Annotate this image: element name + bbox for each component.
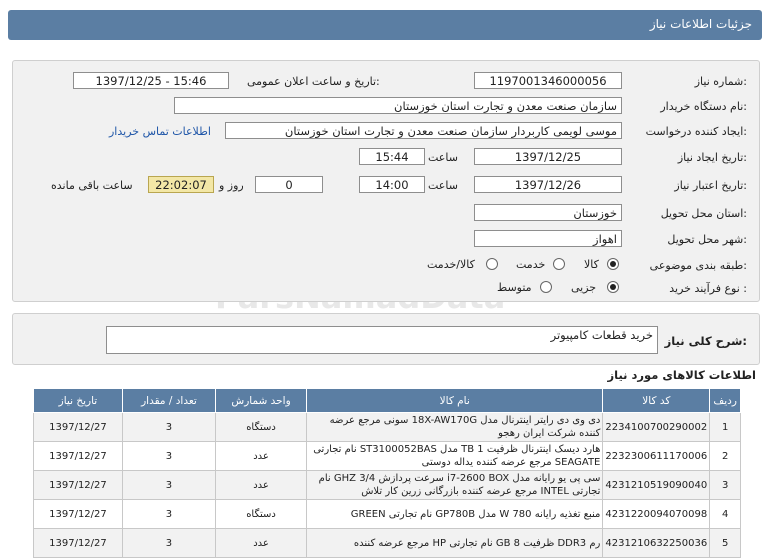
cell-index: 2 bbox=[709, 441, 741, 471]
cell-unit: عدد bbox=[215, 528, 308, 558]
buyer-field[interactable]: سازمان صنعت معدن و تجارت استان خوزستان bbox=[174, 97, 622, 114]
cell-date: 1397/12/27 bbox=[33, 499, 123, 529]
summary-label: شرح کلی نیاز: bbox=[664, 334, 747, 348]
created-label: تاریخ ایجاد نیاز: bbox=[677, 151, 747, 164]
category-goods-radio[interactable] bbox=[607, 258, 619, 270]
cell-unit: دستگاه bbox=[215, 499, 308, 529]
process-medium-label: متوسط bbox=[497, 281, 532, 294]
process-label: نوع فرآیند خرید : bbox=[669, 282, 747, 295]
days-field[interactable]: 0 bbox=[255, 176, 323, 193]
cell-date: 1397/12/27 bbox=[33, 412, 123, 442]
buyer-label: نام دستگاه خریدار: bbox=[660, 100, 747, 113]
summary-field[interactable]: خرید قطعات کامپیوتر bbox=[106, 326, 658, 354]
cell-code: 4231210519090040 bbox=[602, 470, 711, 500]
category-goods-label: کالا bbox=[584, 258, 599, 271]
need-details-panel: شماره نیاز: 1197001346000056 تاریخ و ساع… bbox=[12, 60, 760, 302]
summary-panel: شرح کلی نیاز: خرید قطعات کامپیوتر bbox=[12, 313, 760, 365]
need-number-field[interactable]: 1197001346000056 bbox=[474, 72, 622, 89]
header-name: نام کالا bbox=[306, 388, 604, 413]
created-date-field[interactable]: 1397/12/25 bbox=[474, 148, 622, 165]
table-row[interactable]: 1397/12/27 3 عدد رم DDR3 ظرفیت 8 GB نام … bbox=[33, 528, 741, 558]
cell-qty: 3 bbox=[121, 470, 217, 500]
window-title-bar: جزئیات اطلاعات نیاز bbox=[8, 10, 762, 40]
category-both-radio[interactable] bbox=[486, 258, 498, 270]
announce-label: تاریخ و ساعت اعلان عمومی: bbox=[247, 75, 380, 88]
cell-qty: 3 bbox=[121, 412, 217, 442]
header-unit: واحد شمارش bbox=[215, 388, 308, 413]
goods-table-header: تاریخ نیاز تعداد / مقدار واحد شمارش نام … bbox=[33, 388, 741, 413]
cell-name: دی وی دی رایتر اینترنال مدل 18X-AW170G س… bbox=[306, 412, 604, 442]
cell-code: 2234100700290002 bbox=[602, 412, 711, 442]
table-row[interactable]: 1397/12/27 3 عدد سی پی یو رایانه مدل i7-… bbox=[33, 470, 741, 500]
cell-code: 4231220094070098 bbox=[602, 499, 711, 529]
window-title: جزئیات اطلاعات نیاز bbox=[649, 17, 752, 31]
requester-field[interactable]: موسی لویمی کاربردار سازمان صنعت معدن و ت… bbox=[225, 122, 622, 139]
cell-name: هارد دیسک اینترنال ظرفیت 1 TB مدل ST3100… bbox=[306, 441, 604, 471]
requester-label: ایجاد کننده درخواست: bbox=[645, 125, 747, 138]
process-minor-label: جزیی bbox=[571, 281, 597, 294]
valid-time-word: ساعت bbox=[428, 179, 458, 192]
announce-field[interactable]: 1397/12/25 - 15:46 bbox=[73, 72, 229, 89]
need-number-label: شماره نیاز: bbox=[694, 75, 747, 88]
category-service-radio[interactable] bbox=[553, 258, 565, 270]
cell-unit: عدد bbox=[215, 441, 308, 471]
table-row[interactable]: 1397/12/27 3 دستگاه دی وی دی رایتر اینتر… bbox=[33, 412, 741, 442]
cell-qty: 3 bbox=[121, 499, 217, 529]
cell-name: منبع تغذیه رایانه 780 W مدل GP780B نام ت… bbox=[306, 499, 604, 529]
category-both-label: کالا/خدمت bbox=[427, 258, 475, 271]
header-code: کد کالا bbox=[602, 388, 711, 413]
cell-date: 1397/12/27 bbox=[33, 441, 123, 471]
cell-index: 4 bbox=[709, 499, 741, 529]
cell-code: 4231210632250036 bbox=[602, 528, 711, 558]
created-time-field[interactable]: 15:44 bbox=[359, 148, 425, 165]
province-field[interactable]: خوزستان bbox=[474, 204, 622, 221]
table-row[interactable]: 1397/12/27 3 عدد هارد دیسک اینترنال ظرفی… bbox=[33, 441, 741, 471]
header-quantity: تعداد / مقدار bbox=[121, 388, 217, 413]
cell-qty: 3 bbox=[121, 528, 217, 558]
header-date: تاریخ نیاز bbox=[33, 388, 123, 413]
cell-unit: عدد bbox=[215, 470, 308, 500]
process-medium-radio[interactable] bbox=[540, 281, 552, 293]
province-label: استان محل تحویل: bbox=[660, 207, 747, 220]
table-row[interactable]: 1397/12/27 3 دستگاه منبع تغذیه رایانه 78… bbox=[33, 499, 741, 529]
valid-time-field[interactable]: 14:00 bbox=[359, 176, 425, 193]
cell-index: 5 bbox=[709, 528, 741, 558]
cell-name: رم DDR3 ظرفیت 8 GB نام تجارتی HP مرجع عر… bbox=[306, 528, 604, 558]
valid-label: تاریخ اعتبار نیاز: bbox=[674, 179, 747, 192]
cell-index: 1 bbox=[709, 412, 741, 442]
cell-unit: دستگاه bbox=[215, 412, 308, 442]
contact-buyer-link[interactable]: اطلاعات تماس خریدار bbox=[109, 125, 211, 138]
cell-date: 1397/12/27 bbox=[33, 470, 123, 500]
cell-qty: 3 bbox=[121, 441, 217, 471]
goods-section-title: اطلاعات کالاهای مورد نیاز bbox=[607, 368, 756, 382]
process-minor-radio[interactable] bbox=[607, 281, 619, 293]
days-word: روز و bbox=[219, 179, 244, 192]
goods-table: تاریخ نیاز تعداد / مقدار واحد شمارش نام … bbox=[33, 388, 741, 558]
header-index: ردیف bbox=[709, 388, 741, 413]
created-time-word: ساعت bbox=[428, 151, 458, 164]
city-field[interactable]: اهواز bbox=[474, 230, 622, 247]
category-service-label: خدمت bbox=[516, 258, 546, 271]
valid-date-field[interactable]: 1397/12/26 bbox=[474, 176, 622, 193]
category-label: طبقه بندی موضوعی: bbox=[649, 259, 747, 272]
cell-index: 3 bbox=[709, 470, 741, 500]
remaining-timer: 22:02:07 bbox=[148, 176, 214, 193]
cell-name: سی پی یو رایانه مدل i7-2600 BOX سرعت پرد… bbox=[306, 470, 604, 500]
remaining-word: ساعت باقی مانده bbox=[51, 179, 133, 192]
cell-date: 1397/12/27 bbox=[33, 528, 123, 558]
city-label: شهر محل تحویل: bbox=[667, 233, 747, 246]
cell-code: 2232300611170006 bbox=[602, 441, 711, 471]
